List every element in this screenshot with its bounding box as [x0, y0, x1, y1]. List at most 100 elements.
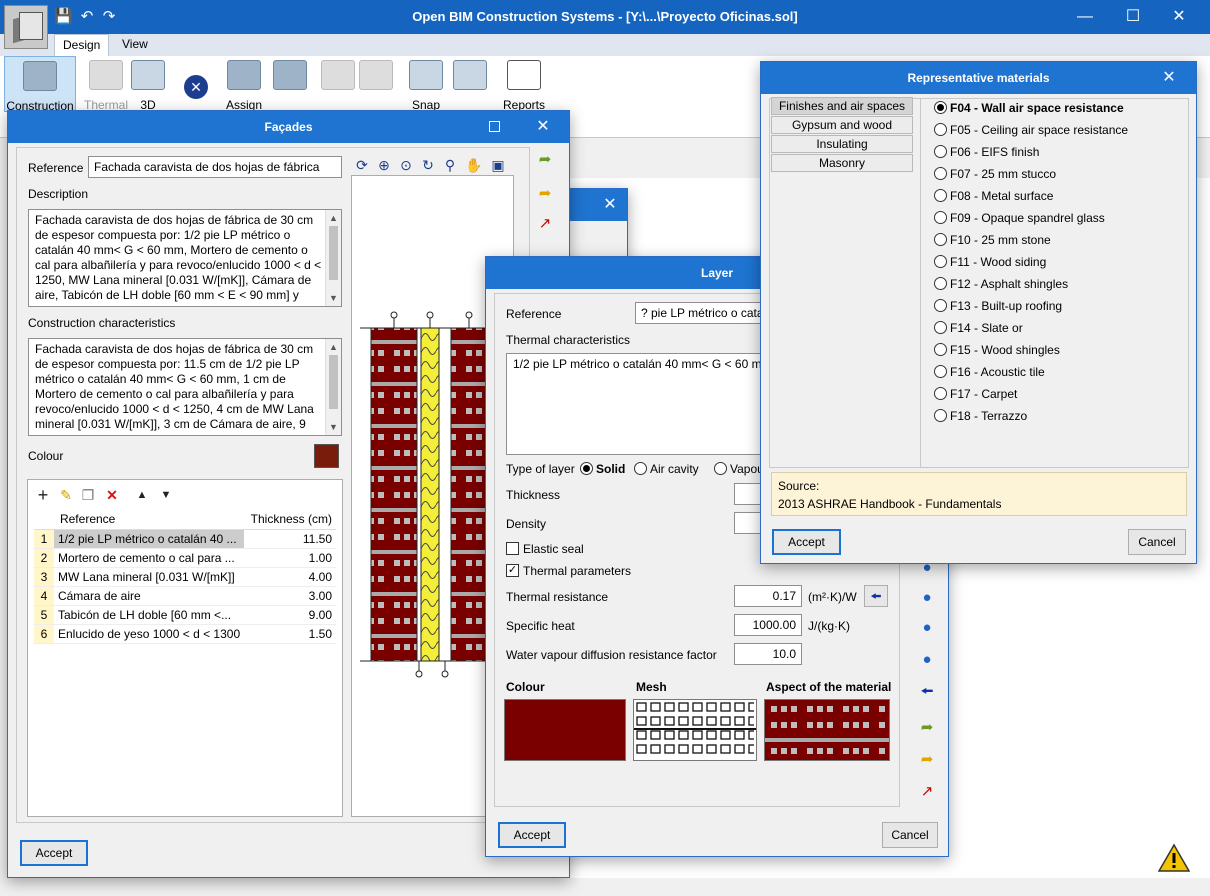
move-up-icon[interactable]: ▲ — [132, 485, 152, 505]
description-scrollbar[interactable]: ▲ ▼ — [325, 210, 341, 306]
table-row[interactable]: 1 1/2 pie LP métrico o catalán 40 ... 11… — [34, 529, 336, 549]
description-label: Description — [28, 187, 89, 201]
open-external-icon[interactable]: ↗ — [916, 781, 938, 803]
column-thickness: Thickness (cm) — [244, 509, 336, 530]
thermal-parameters-checkbox[interactable]: ✓ — [506, 564, 519, 577]
pick-material-button[interactable]: 🠘 — [864, 585, 888, 607]
materials-title: Representative materials — [761, 62, 1196, 94]
move-down-icon[interactable]: ▼ — [156, 485, 176, 505]
import-icon[interactable]: ➦ — [916, 717, 938, 739]
refresh-icon[interactable]: ↻ — [418, 155, 438, 175]
arrow-left-icon[interactable]: 🠘 — [916, 681, 938, 703]
report-icon — [507, 60, 541, 90]
description-textarea[interactable]: Fachada caravista de dos hojas de fábric… — [28, 209, 342, 307]
vapour-radio[interactable] — [714, 462, 727, 475]
solid-label: Solid — [596, 462, 626, 476]
open-external-icon[interactable]: ↗ — [534, 213, 556, 235]
elastic-seal-checkbox[interactable] — [506, 542, 519, 555]
materials-cancel-button[interactable]: Cancel — [1128, 529, 1186, 555]
window-icon[interactable]: ▣ — [488, 155, 508, 175]
reference-input[interactable]: Fachada caravista de dos hojas de fábric… — [88, 156, 342, 178]
solid-radio[interactable] — [580, 462, 593, 475]
import-icon[interactable]: ➦ — [534, 149, 556, 171]
mesh-pattern — [634, 702, 756, 758]
thermal-characteristics-textarea[interactable]: 1/2 pie LP métrico o catalán 40 mm< G < … — [506, 353, 764, 455]
redo-icon[interactable]: ↷ — [100, 8, 118, 26]
thermal-resistance-unit: (m²·K)/W — [808, 590, 857, 604]
globe-icon[interactable]: ● — [916, 649, 938, 671]
app-logo[interactable] — [4, 5, 48, 49]
mesh-preview[interactable] — [633, 699, 757, 761]
add-icon[interactable]: + — [33, 485, 53, 505]
source-label: Source: — [778, 479, 820, 493]
maximize-icon[interactable] — [489, 121, 500, 132]
app-titlebar: Open BIM Construction Systems - [Y:\...\… — [0, 0, 1210, 34]
construction-scrollbar[interactable]: ▲ ▼ — [325, 339, 341, 435]
globe-icon[interactable]: ● — [916, 587, 938, 609]
specific-heat-input[interactable]: 1000.00 — [734, 614, 802, 636]
construction-button[interactable]: Construction — [4, 56, 76, 113]
layer-cancel-button[interactable]: Cancel — [882, 822, 938, 848]
aspect-preview[interactable] — [764, 699, 890, 761]
type-of-layer-label: Type of layer — [506, 462, 575, 476]
facades-accept-button[interactable]: Accept — [20, 840, 88, 866]
save-icon[interactable]: 💾 — [54, 8, 73, 26]
category-gypsum[interactable]: Gypsum and wood boards — [771, 116, 913, 148]
tab-design[interactable]: Design — [54, 34, 110, 56]
air-cavity-label: Air cavity — [650, 462, 699, 476]
category-insulating[interactable]: Insulating — [771, 135, 913, 153]
table-row[interactable]: 2 Mortero de cemento o cal para ... 1.00 — [34, 548, 336, 568]
export-icon[interactable]: ➦ — [916, 749, 938, 771]
table-row[interactable]: 6 Enlucido de yeso 1000 < d < 1300 1.50 — [34, 624, 336, 644]
colour-label: Colour — [28, 449, 64, 463]
zoom-extents-icon[interactable]: ⟳ — [352, 155, 372, 175]
delete-icon[interactable]: ✕ — [102, 485, 122, 505]
vapour-label: Vapou — [730, 462, 764, 476]
air-cavity-radio[interactable] — [634, 462, 647, 475]
materials-close-icon[interactable]: ✕ — [1154, 62, 1184, 94]
aspect-label: Aspect of the material — [766, 680, 892, 694]
reports-button[interactable]: Reports — [488, 56, 560, 112]
app-title: Open BIM Construction Systems - [Y:\...\… — [412, 9, 798, 24]
pan-icon[interactable]: ✋ — [464, 155, 484, 175]
aspect-pattern — [765, 700, 889, 760]
table-row[interactable]: 3 MW Lana mineral [0.031 W/[mK]] 4.00 — [34, 567, 336, 587]
construction-label: Construction characteristics — [28, 316, 176, 330]
category-masonry[interactable]: Masonry — [771, 154, 913, 172]
facades-close-icon[interactable]: ✕ — [528, 111, 558, 143]
layer-colour-swatch[interactable] — [504, 699, 626, 761]
eraser-icon — [359, 60, 393, 90]
minimize-icon[interactable]: — — [1070, 5, 1100, 29]
edit-icon[interactable]: ✎ — [56, 485, 76, 505]
close-icon[interactable]: ✕ — [1164, 5, 1194, 29]
layer-accept-button[interactable]: Accept — [498, 822, 566, 848]
table-row[interactable]: 5 Tabicón de LH doble [60 mm <... 9.00 — [34, 605, 336, 625]
maximize-icon[interactable]: ☐ — [1118, 5, 1148, 29]
thermal-resistance-input[interactable]: 0.17 — [734, 585, 802, 607]
undo-icon[interactable]: ↶ — [78, 8, 96, 26]
materials-accept-button[interactable]: Accept — [772, 529, 841, 555]
zoom-icon[interactable]: ⚲ — [440, 155, 460, 175]
construction-textarea[interactable]: Fachada caravista de dos hojas de fábric… — [28, 338, 342, 436]
view-cube-icon — [453, 60, 487, 90]
table-row[interactable]: 4 Cámara de aire 3.00 — [34, 586, 336, 606]
background-dialog-close-icon[interactable]: ✕ — [595, 189, 625, 221]
copy-icon[interactable]: ❐ — [78, 485, 98, 505]
specific-heat-label: Specific heat — [506, 619, 575, 633]
zoom-window-icon[interactable]: ⊙ — [396, 155, 416, 175]
export-icon[interactable]: ➦ — [534, 183, 556, 205]
source-text: 2013 ASHRAE Handbook - Fundamentals — [778, 497, 1002, 511]
density-label: Density — [506, 517, 547, 531]
specific-heat-unit: J/(kg·K) — [808, 619, 850, 633]
tab-view[interactable]: View — [114, 34, 156, 56]
zoom-all-icon[interactable]: ⊕ — [374, 155, 394, 175]
vapour-factor-input[interactable]: 10.0 — [734, 643, 802, 665]
category-finishes[interactable]: Finishes and air spaces — [771, 97, 913, 115]
warning-icon[interactable] — [1158, 843, 1190, 873]
colour-label: Colour — [506, 680, 545, 694]
globe-icon[interactable]: ● — [916, 617, 938, 639]
mesh-label: Mesh — [636, 680, 667, 694]
colour-swatch[interactable] — [314, 444, 339, 468]
reference-label: Reference — [28, 161, 84, 175]
layer-reference-input[interactable]: ? pie LP métrico o catal — [635, 302, 765, 324]
